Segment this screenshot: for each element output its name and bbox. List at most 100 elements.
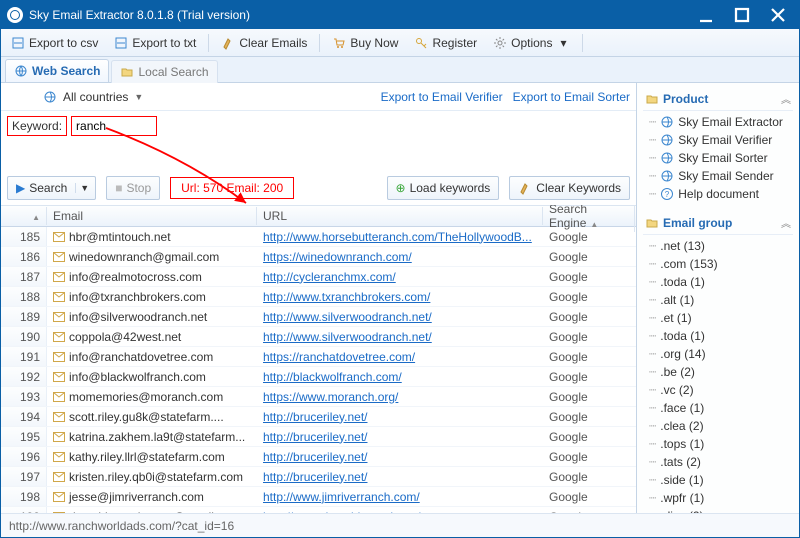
cell-url[interactable]: http://bruceriley.net/ xyxy=(257,470,543,484)
cell-email: info@realmotocross.com xyxy=(47,270,257,284)
clear-emails-label: Clear Emails xyxy=(239,36,307,50)
cell-url[interactable]: http://www.silverwoodranch.net/ xyxy=(257,330,543,344)
chevron-down-icon[interactable]: ▼ xyxy=(75,183,93,193)
sidebar-group-item[interactable]: ┈.face (1) xyxy=(649,399,793,417)
sidebar-group-item[interactable]: ┈.toda (1) xyxy=(649,327,793,345)
sidebar-item-label: .net (13) xyxy=(660,239,705,253)
table-row[interactable]: 195katrina.zakhem.la9t@statefarm...http:… xyxy=(1,427,636,447)
sidebar-group-item[interactable]: ┈.net (13) xyxy=(649,237,793,255)
table-row[interactable]: 189info@silverwoodranch.nethttp://www.si… xyxy=(1,307,636,327)
keyword-input[interactable] xyxy=(76,119,152,133)
export-to-sorter-link[interactable]: Export to Email Sorter xyxy=(513,90,630,104)
clear-emails-button[interactable]: Clear Emails xyxy=(217,34,311,52)
table-row[interactable]: 199riversideranchtexas@gmail.comhttp://w… xyxy=(1,507,636,513)
cell-url[interactable]: http://bruceriley.net/ xyxy=(257,430,543,444)
cell-url[interactable]: http://cycleranchmx.com/ xyxy=(257,270,543,284)
sidebar-group-item[interactable]: ┈.be (2) xyxy=(649,363,793,381)
filter-bar: All countries ▼ Export to Email Verifier… xyxy=(1,83,636,111)
email-group-header[interactable]: Email group ︽ xyxy=(643,211,793,235)
table-row[interactable]: 198jesse@jimriverranch.comhttp://www.jim… xyxy=(1,487,636,507)
stop-button[interactable]: ■Stop xyxy=(106,176,160,200)
cart-icon xyxy=(332,36,346,50)
sidebar-product-item[interactable]: ┈Sky Email Extractor xyxy=(649,113,793,131)
export-csv-button[interactable]: Export to csv xyxy=(7,34,102,52)
tab-web-search[interactable]: Web Search xyxy=(5,59,109,82)
tab-bar: Web Search Local Search xyxy=(1,57,799,83)
cell-search-engine: Google xyxy=(543,350,635,364)
row-number: 186 xyxy=(1,247,47,266)
sidebar-group-item[interactable]: ┈.clea (2) xyxy=(649,417,793,435)
cell-url[interactable]: http://www.txranchbrokers.com/ xyxy=(257,290,543,304)
col-rownum[interactable]: ▲ xyxy=(1,207,47,225)
cell-search-engine: Google xyxy=(543,430,635,444)
cell-url[interactable]: https://ranchatdovetree.com/ xyxy=(257,350,543,364)
stop-button-label: Stop xyxy=(126,181,151,195)
col-email[interactable]: Email xyxy=(47,207,257,225)
table-row[interactable]: 188info@txranchbrokers.comhttp://www.txr… xyxy=(1,287,636,307)
options-button[interactable]: Options ▾ xyxy=(489,34,574,52)
country-dropdown[interactable]: All countries ▼ xyxy=(39,88,147,106)
table-row[interactable]: 185hbr@mtintouch.nethttp://www.horsebutt… xyxy=(1,227,636,247)
table-row[interactable]: 190coppola@42west.nethttp://www.silverwo… xyxy=(1,327,636,347)
sidebar-group-item[interactable]: ┈.toda (1) xyxy=(649,273,793,291)
cell-url[interactable]: http://bruceriley.net/ xyxy=(257,450,543,464)
sidebar-group-item[interactable]: ┈.tops (1) xyxy=(649,435,793,453)
table-row[interactable]: 194scott.riley.gu8k@statefarm....http://… xyxy=(1,407,636,427)
cell-url[interactable]: http://www.silverwoodranch.net/ xyxy=(257,310,543,324)
close-button[interactable] xyxy=(769,6,787,24)
options-label: Options xyxy=(511,36,552,50)
product-group-header[interactable]: Product ︽ xyxy=(643,87,793,111)
sidebar-group-item[interactable]: ┈.alt (1) xyxy=(649,291,793,309)
minimize-button[interactable] xyxy=(697,6,715,24)
table-row[interactable]: 197kristen.riley.qb0i@statefarm.comhttp:… xyxy=(1,467,636,487)
table-row[interactable]: 186winedownranch@gmail.comhttps://winedo… xyxy=(1,247,636,267)
sidebar-group-item[interactable]: ┈.com (153) xyxy=(649,255,793,273)
collapse-icon[interactable]: ︽ xyxy=(781,91,791,106)
maximize-button[interactable] xyxy=(733,6,751,24)
table-row[interactable]: 193momemories@moranch.comhttps://www.mor… xyxy=(1,387,636,407)
cell-email: riversideranchtexas@gmail.com xyxy=(47,510,257,514)
cell-url[interactable]: http://blackwolfranch.com/ xyxy=(257,370,543,384)
sidebar-product-item[interactable]: ┈Sky Email Sorter xyxy=(649,149,793,167)
table-row[interactable]: 191info@ranchatdovetree.comhttps://ranch… xyxy=(1,347,636,367)
sidebar-group-item[interactable]: ┈.et (1) xyxy=(649,309,793,327)
cell-email: info@blackwolfranch.com xyxy=(47,370,257,384)
cell-url[interactable]: https://winedownranch.com/ xyxy=(257,250,543,264)
table-row[interactable]: 192info@blackwolfranch.comhttp://blackwo… xyxy=(1,367,636,387)
tab-local-search[interactable]: Local Search xyxy=(111,60,217,83)
sidebar-group-item[interactable]: ┈.wpfr (1) xyxy=(649,489,793,507)
cell-url[interactable]: https://www.moranch.org/ xyxy=(257,390,543,404)
cell-search-engine: Google xyxy=(543,290,635,304)
table-row[interactable]: 196kathy.riley.llrl@statefarm.comhttp://… xyxy=(1,447,636,467)
sidebar-group-item[interactable]: ┈.side (1) xyxy=(649,471,793,489)
cell-url[interactable]: http://bruceriley.net/ xyxy=(257,410,543,424)
cell-url[interactable]: http://www.jimriverranch.com/ xyxy=(257,490,543,504)
sidebar-product-item[interactable]: ┈Sky Email Sender xyxy=(649,167,793,185)
results-table: ▲ Email URL Search Engine▲ 185hbr@mtinto… xyxy=(1,205,636,513)
collapse-icon[interactable]: ︽ xyxy=(781,215,791,230)
register-button[interactable]: Register xyxy=(410,34,481,52)
export-txt-button[interactable]: Export to txt xyxy=(110,34,200,52)
sidebar-product-item[interactable]: ┈?Help document xyxy=(649,185,793,203)
chevron-down-icon: ▾ xyxy=(556,36,570,50)
sidebar-item-label: .clea (2) xyxy=(660,419,703,433)
cell-url[interactable]: http://www.horsebutteranch.com/TheHollyw… xyxy=(257,230,543,244)
load-keywords-button[interactable]: ⊕Load keywords xyxy=(387,176,500,200)
cell-search-engine: Google xyxy=(543,410,635,424)
cell-url[interactable]: http://www.riversideranch.net/ xyxy=(257,510,543,514)
sidebar-group-item[interactable]: ┈.tats (2) xyxy=(649,453,793,471)
search-button[interactable]: ▶Search▼ xyxy=(7,176,96,200)
row-number: 195 xyxy=(1,427,47,446)
sidebar-group-item[interactable]: ┈.vc (2) xyxy=(649,381,793,399)
col-url[interactable]: URL xyxy=(257,207,543,225)
sidebar-group-item[interactable]: ┈.org (14) xyxy=(649,345,793,363)
sidebar-product-item[interactable]: ┈Sky Email Verifier xyxy=(649,131,793,149)
clear-keywords-button[interactable]: Clear Keywords xyxy=(509,176,630,200)
toolbar: Export to csv Export to txt Clear Emails… xyxy=(1,29,799,57)
export-to-verifier-link[interactable]: Export to Email Verifier xyxy=(381,90,503,104)
cell-email: coppola@42west.net xyxy=(47,330,257,344)
globe-icon xyxy=(660,151,674,165)
table-row[interactable]: 187info@realmotocross.comhttp://cycleran… xyxy=(1,267,636,287)
buy-now-button[interactable]: Buy Now xyxy=(328,34,402,52)
sidebar-item-label: .toda (1) xyxy=(660,329,705,343)
